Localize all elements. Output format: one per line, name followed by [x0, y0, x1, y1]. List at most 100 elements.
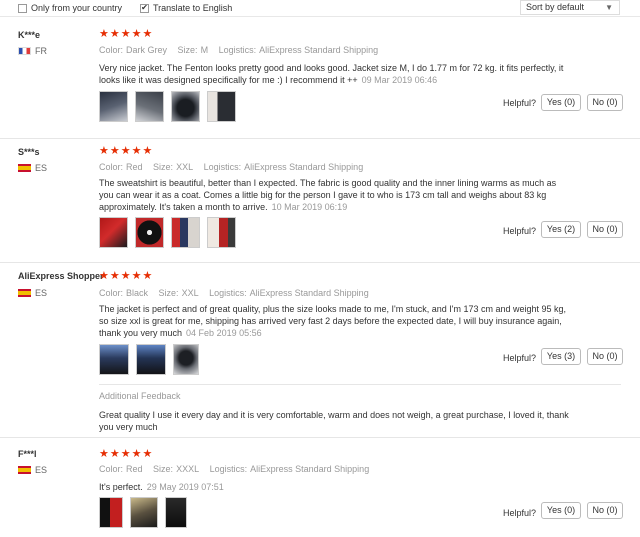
star-rating: ★★★★★	[99, 270, 154, 282]
review-text: The jacket is perfect and of great quali…	[99, 303, 569, 339]
country-only-label: Only from your country	[31, 3, 123, 13]
photo-strip	[99, 217, 236, 248]
review-item: F***l ES ★★★★★ Color: Red Size: XXXL Logis…	[0, 438, 640, 537]
size-value: M	[200, 45, 209, 55]
helpful-label: Helpful?	[503, 353, 537, 363]
helpful-label: Helpful?	[503, 98, 537, 108]
size-value: XXL	[181, 288, 199, 298]
review-date: 04 Feb 2019 05:56	[186, 328, 262, 338]
review-photo[interactable]	[171, 91, 200, 122]
flag-fr-icon	[18, 47, 31, 55]
review-item: AliExpress Shopper ES ★★★★★ Color: Black …	[0, 263, 640, 438]
reviewer-name: F***l	[18, 449, 37, 459]
photo-strip	[99, 497, 187, 528]
filter-bar: Only from your country ✔ Translate to En…	[0, 0, 640, 17]
reviewer-name: AliExpress Shopper	[18, 271, 104, 281]
review-photo[interactable]	[136, 344, 166, 375]
logistics-value: AliExpress Standard Shipping	[250, 464, 370, 474]
review-date: 09 Mar 2019 06:46	[361, 75, 438, 85]
additional-feedback-divider	[99, 384, 621, 385]
review-date: 29 May 2019 07:51	[146, 482, 224, 492]
logistics-key: Logistics:	[218, 45, 257, 55]
logistics-key: Logistics:	[209, 464, 248, 474]
reviewer-country: ES	[18, 288, 47, 298]
sort-dropdown[interactable]: Sort by default ▼	[520, 0, 620, 15]
helpful-yes-button[interactable]: Yes (3)	[541, 348, 581, 365]
helpful-yes-button[interactable]: Yes (0)	[541, 502, 581, 519]
photo-strip	[99, 344, 199, 375]
review-body: It's perfect.	[99, 482, 143, 492]
review-photo[interactable]	[207, 217, 236, 248]
helpful-no-button[interactable]: No (0)	[587, 502, 623, 519]
country-code: ES	[35, 288, 48, 298]
review-item: S***s ES ★★★★★ Color: Red Size: XXL Logist…	[0, 139, 640, 263]
photo-strip	[99, 91, 236, 122]
review-photo[interactable]	[135, 217, 164, 248]
country-only-checkbox-box[interactable]	[18, 3, 27, 13]
color-value: Black	[126, 288, 149, 298]
size-value: XXL	[176, 162, 194, 172]
country-code: ES	[35, 465, 48, 475]
flag-es-icon	[18, 289, 31, 297]
size-key: Size:	[177, 45, 198, 55]
helpful-no-button[interactable]: No (0)	[587, 221, 623, 238]
order-meta: Color: Black Size: XXL Logistics: AliExpres…	[99, 288, 377, 298]
country-only-checkbox[interactable]: Only from your country	[18, 3, 122, 13]
review-photo[interactable]	[135, 91, 164, 122]
size-value: XXXL	[176, 464, 200, 474]
country-code: FR	[35, 46, 47, 56]
size-key: Size:	[158, 288, 179, 298]
review-body: The jacket is perfect and of great quali…	[99, 304, 567, 338]
review-photo[interactable]	[99, 91, 128, 122]
review-text: It's perfect. 29 May 2019 07:51	[99, 481, 569, 493]
logistics-key: Logistics:	[209, 288, 247, 298]
review-photo[interactable]	[165, 497, 187, 528]
additional-feedback-text: Great quality I use it every day and it …	[99, 410, 569, 432]
reviewer-country: FR	[18, 46, 47, 56]
reviewer-name: S***s	[18, 147, 40, 157]
order-meta: Color: Red Size: XXL Logistics: AliExpress …	[99, 162, 371, 172]
additional-feedback-title: Additional Feedback	[99, 391, 181, 401]
review-item: K***e FR ★★★★★ Color: Dark Grey Size: M Lo…	[0, 18, 640, 139]
star-rating: ★★★★★	[99, 145, 154, 157]
size-key: Size:	[153, 162, 174, 172]
color-value: Red	[126, 464, 143, 474]
color-key: Color:	[99, 162, 124, 172]
review-photo[interactable]	[173, 344, 199, 375]
star-rating: ★★★★★	[99, 28, 154, 40]
reviewer-name: K***e	[18, 30, 41, 40]
helpful-no-button[interactable]: No (0)	[587, 94, 623, 111]
review-photo[interactable]	[99, 217, 128, 248]
review-photo[interactable]	[171, 217, 200, 248]
logistics-key: Logistics:	[203, 162, 242, 172]
color-key: Color:	[99, 288, 124, 298]
helpful-yes-button[interactable]: Yes (2)	[541, 221, 581, 238]
translate-label: Translate to English	[153, 3, 233, 13]
review-photo[interactable]	[99, 344, 129, 375]
translate-checkbox[interactable]: ✔ Translate to English	[140, 3, 232, 13]
order-meta: Color: Red Size: XXXL Logistics: AliExpress…	[99, 464, 377, 474]
color-value: Dark Grey	[126, 45, 168, 55]
helpful-label: Helpful?	[503, 226, 537, 236]
review-date: 10 Mar 2019 06:19	[271, 202, 348, 212]
color-key: Color:	[99, 45, 124, 55]
review-photo[interactable]	[207, 91, 236, 122]
order-meta: Color: Dark Grey Size: M Logistics: AliExpr…	[99, 45, 386, 55]
translate-checkbox-box[interactable]: ✔	[140, 3, 149, 13]
color-key: Color:	[99, 464, 124, 474]
review-text: The sweatshirt is beautiful, better than…	[99, 177, 569, 213]
helpful-yes-button[interactable]: Yes (0)	[541, 94, 581, 111]
review-photo[interactable]	[130, 497, 158, 528]
flag-es-icon	[18, 466, 31, 474]
reviewer-country: ES	[18, 465, 47, 475]
review-text: Very nice jacket. The Fenton looks prett…	[99, 62, 569, 86]
review-photo[interactable]	[99, 497, 123, 528]
logistics-value: AliExpress Standard Shipping	[259, 45, 379, 55]
star-rating: ★★★★★	[99, 448, 154, 460]
sort-value: Sort by default	[526, 2, 585, 12]
chevron-down-icon: ▼	[605, 3, 613, 12]
country-code: ES	[35, 163, 48, 173]
helpful-label: Helpful?	[503, 508, 537, 518]
size-key: Size:	[153, 464, 174, 474]
helpful-no-button[interactable]: No (0)	[587, 348, 623, 365]
